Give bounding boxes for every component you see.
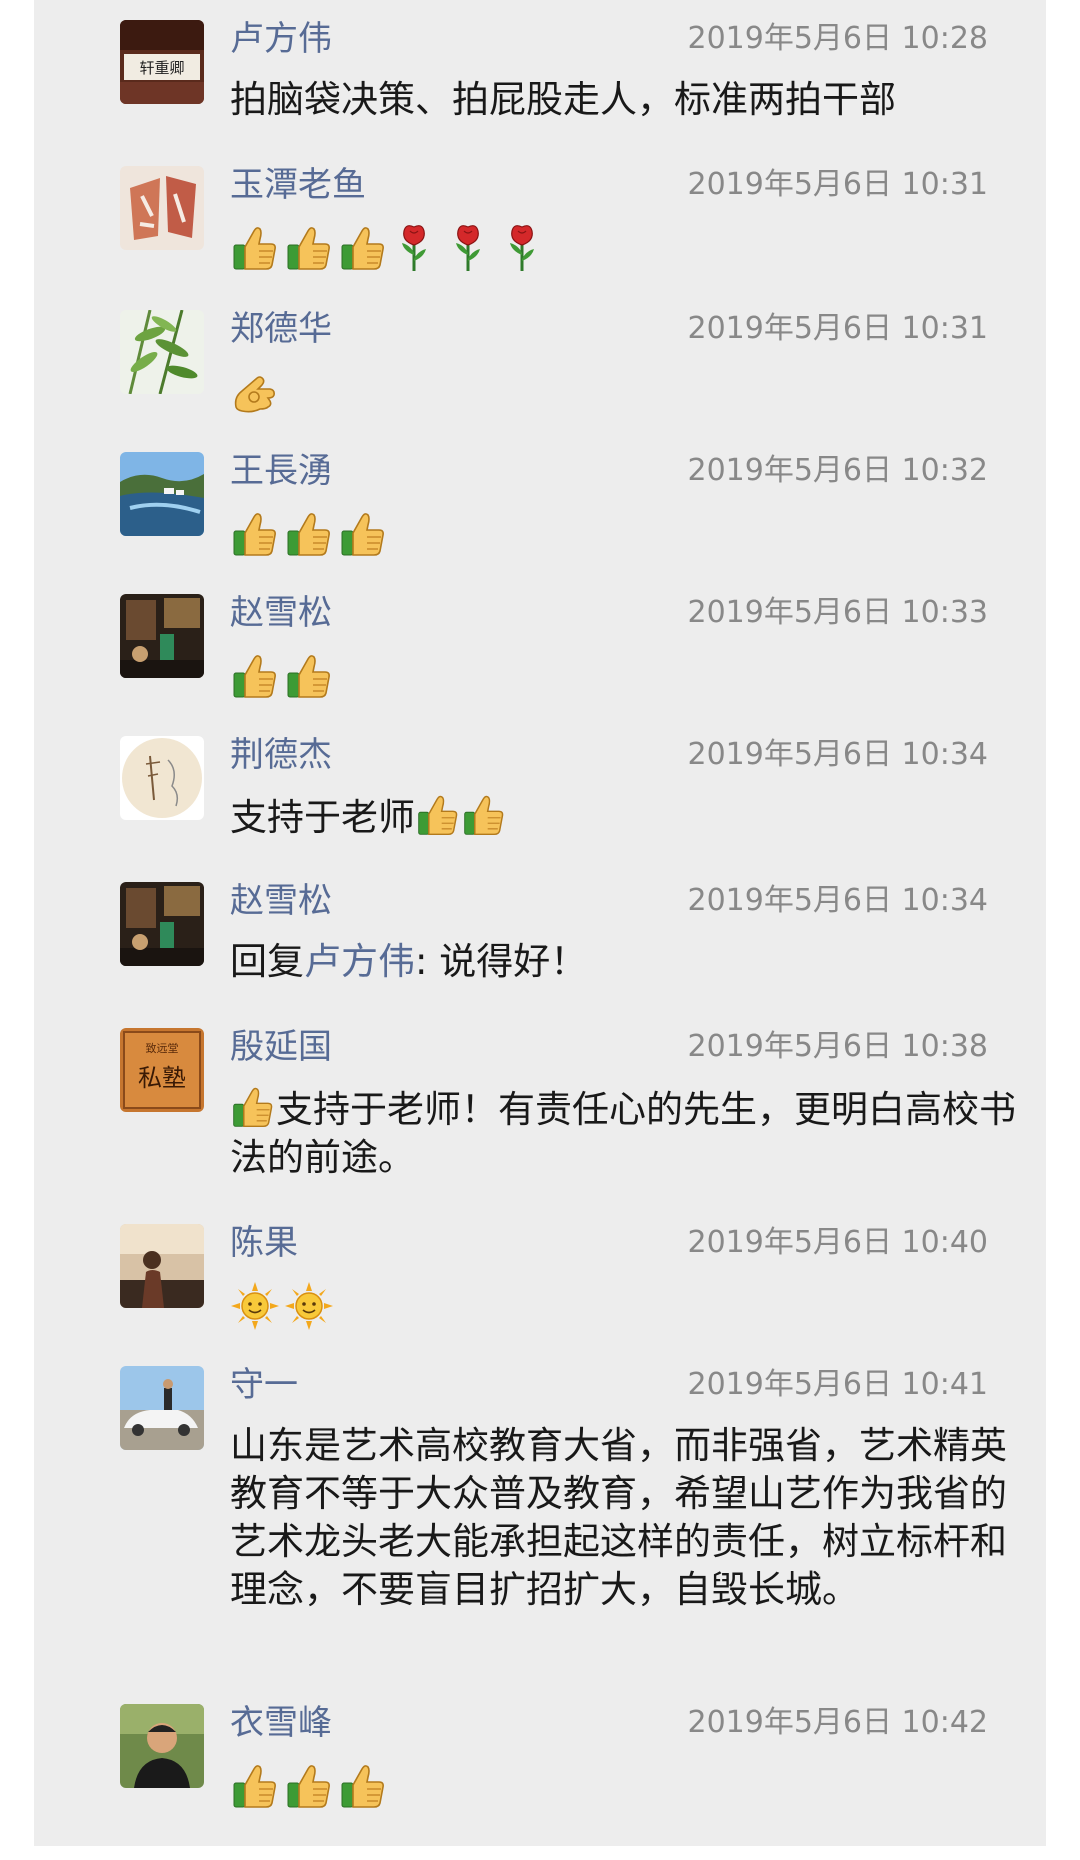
avatar[interactable] [120,1704,204,1788]
thumbs-up-icon [284,223,334,273]
thumbs-up-icon [230,1084,276,1130]
comment-text: 回复卢方伟: 说得好！ [230,938,1022,986]
comment-list: 轩重卿 卢方伟 2019年5月6日 10:28 拍脑袋决策、拍屁股走人，标准两拍… [34,0,1046,1846]
commenter-name[interactable]: 赵雪松 [230,878,332,924]
avatar[interactable] [120,736,204,820]
painting-avatar-icon [120,736,204,820]
sun-icon [230,1281,280,1331]
seal-avatar-icon [120,166,204,250]
commenter-name[interactable]: 衣雪峰 [230,1700,332,1746]
thumbs-up-icon [230,223,280,273]
emoji-row [230,1760,392,1812]
comment-time: 2019年5月6日 10:31 [687,311,988,346]
study-room-avatar-icon [120,594,204,678]
emoji-row [230,1280,338,1332]
sun-icon [284,1281,334,1331]
thumbs-up-icon [230,651,280,701]
avatar[interactable] [120,1224,204,1308]
thumbs-up-icon [415,792,461,838]
avatar[interactable] [120,594,204,678]
reply-prefix: 回复 [230,940,304,983]
seal-small-text: 致远堂 [146,1041,179,1055]
thumbs-up-icon [230,1761,280,1811]
emoji-row [230,508,392,560]
avatar[interactable] [120,310,204,394]
seal-text: 私塾 [138,1064,186,1092]
thumbs-up-icon [284,509,334,559]
avatar[interactable]: 致远堂 私塾 [120,1028,204,1112]
emoji-row [230,650,338,702]
study-room-avatar-icon [120,882,204,966]
comment-time: 2019年5月6日 10:33 [687,595,988,630]
emoji-row [230,222,554,274]
reply-mention-link[interactable]: 卢方伟 [304,940,415,983]
thumbs-up-icon [338,223,388,273]
commenter-name[interactable]: 殷延国 [230,1024,332,1070]
commenter-name[interactable]: 赵雪松 [230,590,332,636]
avatar[interactable]: 轩重卿 [120,20,204,104]
comment-time: 2019年5月6日 10:31 [687,167,988,202]
commenter-name[interactable]: 玉潭老鱼 [230,162,366,208]
seal-avatar-icon: 致远堂 私塾 [120,1028,204,1112]
thumbs-up-icon [461,792,507,838]
landscape-avatar-icon [120,452,204,536]
comment-time: 2019年5月6日 10:34 [687,883,988,918]
commenter-name[interactable]: 郑德华 [230,306,332,352]
comment-text: 支持于老师 [230,792,1022,842]
comment-text-body: 支持于老师 [230,796,415,839]
avatar[interactable] [120,166,204,250]
comment-time: 2019年5月6日 10:38 [687,1029,988,1064]
emoji-row [230,366,284,418]
bamboo-avatar-icon [120,310,204,394]
portrait-avatar-icon [120,1704,204,1788]
commenter-name[interactable]: 荆德杰 [230,732,332,778]
avatar[interactable] [120,452,204,536]
comment-time: 2019年5月6日 10:34 [687,737,988,772]
comment-time: 2019年5月6日 10:32 [687,453,988,488]
reply-text: : 说得好！ [415,940,588,983]
comment-text: 拍脑袋决策、拍屁股走人，标准两拍干部 [230,78,896,121]
comment-text: 山东是艺术高校教育大省，而非强省，艺术精英教育不等于大众普及教育，希望山艺作为我… [230,1424,1007,1611]
thumbs-up-icon [338,509,388,559]
thumbs-up-icon [284,1761,334,1811]
thumbs-up-icon [230,509,280,559]
commenter-name[interactable]: 陈果 [230,1220,298,1266]
comment-time: 2019年5月6日 10:28 [687,21,988,56]
ok-hand-icon [230,367,280,417]
rose-icon [500,223,544,273]
rose-icon [446,223,490,273]
comment-text: 支持于老师！有责任心的先生，更明白高校书法的前途。 [230,1084,1022,1182]
thumbs-up-icon [338,1761,388,1811]
comment-time: 2019年5月6日 10:41 [687,1367,988,1402]
commenter-name[interactable]: 守一 [230,1362,298,1408]
avatar[interactable] [120,882,204,966]
comment-time: 2019年5月6日 10:42 [687,1705,988,1740]
calligraphy-avatar-icon: 轩重卿 [120,20,204,104]
plaque-text: 轩重卿 [139,59,184,77]
car-photo-avatar-icon [120,1366,204,1450]
commenter-name[interactable]: 卢方伟 [230,16,332,62]
comment-time: 2019年5月6日 10:40 [687,1225,988,1260]
portrait-avatar-icon [120,1224,204,1308]
commenter-name[interactable]: 王長湧 [230,448,332,494]
thumbs-up-icon [284,651,334,701]
comment-text-body: 支持于老师！有责任心的先生，更明白高校书法的前途。 [230,1088,1016,1179]
rose-icon [392,223,436,273]
avatar[interactable] [120,1366,204,1450]
